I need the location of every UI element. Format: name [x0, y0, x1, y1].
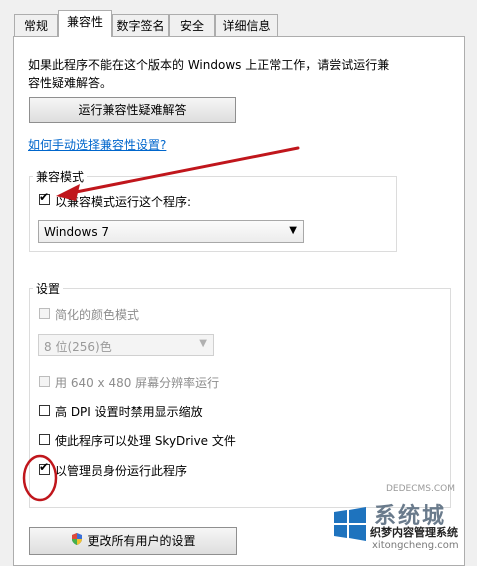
watermark-dedecms: DEDECMS.COM: [386, 484, 455, 494]
windows-logo-icon: [334, 507, 366, 541]
annotation-overlay: [22, 146, 300, 502]
watermark-site: xitongcheng.com: [372, 540, 459, 551]
watermark-logo: 系统城 织梦内容管理系统 xitongcheng.com: [330, 498, 477, 558]
watermark-tagline: 织梦内容管理系统: [370, 526, 458, 539]
red-arrow-icon: [56, 146, 300, 201]
red-circle-highlight: [22, 454, 58, 502]
